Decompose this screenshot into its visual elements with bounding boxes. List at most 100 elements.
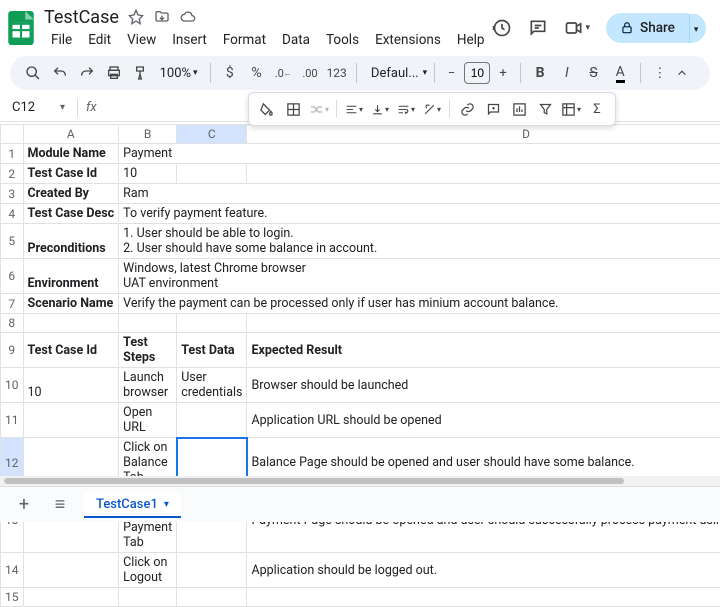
font-size-minus[interactable]: − (443, 66, 460, 81)
sheet-tab[interactable]: TestCase1 ▾ (84, 491, 181, 518)
functions-icon[interactable]: Σ (585, 97, 609, 121)
cell[interactable]: To verify payment feature. (119, 204, 720, 224)
cell[interactable] (23, 553, 119, 588)
cell[interactable] (247, 588, 720, 607)
cell[interactable] (177, 164, 247, 184)
cell[interactable]: Browser should be launched (247, 368, 720, 403)
fill-color-icon[interactable] (255, 97, 279, 121)
insert-comment-icon[interactable] (481, 97, 505, 121)
currency-icon[interactable]: $ (218, 60, 241, 86)
text-color-icon[interactable]: A (609, 60, 632, 86)
menu-help[interactable]: Help (450, 30, 492, 50)
row-header[interactable]: 2 (1, 164, 24, 184)
cell[interactable]: Created By (23, 184, 119, 204)
font-size-plus[interactable]: + (494, 66, 511, 81)
cell[interactable] (177, 588, 247, 607)
horizontal-scrollbar[interactable] (0, 476, 720, 486)
cell[interactable]: Expected Result (247, 333, 720, 368)
increase-decimal-icon[interactable]: .00 (299, 60, 322, 86)
row-header[interactable]: 15 (1, 588, 24, 607)
sheet-tab-dropdown-icon[interactable]: ▾ (164, 499, 169, 510)
menu-format[interactable]: Format (216, 30, 273, 50)
col-header-B[interactable]: B (119, 125, 177, 144)
comment-icon[interactable] (528, 18, 548, 38)
cell[interactable] (23, 588, 119, 607)
bold-icon[interactable]: B (529, 60, 552, 86)
row-header[interactable]: 8 (1, 314, 24, 333)
cell[interactable] (177, 403, 247, 438)
filter-icon[interactable] (533, 97, 557, 121)
history-icon[interactable] (492, 18, 512, 38)
cell[interactable]: Preconditions (23, 224, 119, 259)
add-sheet-icon[interactable]: + (12, 494, 36, 515)
cell[interactable] (23, 314, 119, 333)
paint-format-icon[interactable] (129, 60, 152, 86)
font-family-select[interactable]: Defaul...▾ (365, 66, 426, 81)
cell[interactable]: Scenario Name (23, 294, 119, 314)
menu-extensions[interactable]: Extensions (368, 30, 448, 50)
table-view-icon[interactable]: ▾ (559, 97, 583, 121)
doc-title[interactable]: TestCase (44, 7, 119, 28)
select-all-corner[interactable] (1, 125, 24, 144)
cell[interactable]: Test Case Id (23, 164, 119, 184)
row-header[interactable]: 1 (1, 144, 24, 164)
cell[interactable]: Verify the payment can be processed only… (119, 294, 720, 314)
cell[interactable]: Test Case Desc (23, 204, 119, 224)
all-sheets-icon[interactable]: ≡ (48, 494, 72, 515)
cell[interactable]: Launch browser (119, 368, 177, 403)
halign-icon[interactable]: ▾ (342, 97, 366, 121)
row-header[interactable]: 6 (1, 259, 24, 294)
strike-icon[interactable]: S (582, 60, 605, 86)
menu-file[interactable]: File (44, 30, 79, 50)
cell[interactable]: Test Steps (119, 333, 177, 368)
cell[interactable] (177, 314, 247, 333)
row-header[interactable]: 3 (1, 184, 24, 204)
valign-icon[interactable]: ▾ (368, 97, 392, 121)
star-icon[interactable] (127, 8, 145, 26)
cell[interactable] (177, 553, 247, 588)
move-icon[interactable] (153, 8, 171, 26)
row-header[interactable]: 9 (1, 333, 24, 368)
cell[interactable]: Ram (119, 184, 720, 204)
share-dropdown[interactable]: ▾ (689, 14, 707, 43)
row-header[interactable]: 4 (1, 204, 24, 224)
merge-icon[interactable]: ▾ (307, 97, 331, 121)
print-icon[interactable] (102, 60, 125, 86)
spreadsheet-grid[interactable]: A B C D E F G 1Module NamePayment 2Test … (0, 124, 720, 607)
more-formats-icon[interactable]: 123 (325, 60, 348, 86)
decrease-decimal-icon[interactable]: .0← (272, 60, 295, 86)
cell[interactable]: Windows, latest Chrome browser UAT envir… (119, 259, 720, 294)
row-header[interactable]: 11 (1, 403, 24, 438)
redo-icon[interactable] (75, 60, 98, 86)
collapse-toolbar-icon[interactable] (675, 66, 698, 80)
menu-edit[interactable]: Edit (81, 30, 118, 50)
share-button[interactable]: Share (606, 13, 689, 43)
percent-icon[interactable]: % (245, 60, 268, 86)
cell[interactable] (247, 164, 720, 184)
row-header[interactable]: 10 (1, 368, 24, 403)
cell[interactable]: Open URL (119, 403, 177, 438)
menu-data[interactable]: Data (275, 30, 317, 50)
insert-chart-icon[interactable] (507, 97, 531, 121)
rotate-icon[interactable]: ▾ (420, 97, 444, 121)
cell[interactable] (23, 403, 119, 438)
font-size-input[interactable] (465, 66, 489, 80)
sheets-logo[interactable] (8, 9, 34, 47)
cell[interactable]: Environment (23, 259, 119, 294)
cell[interactable]: Test Data (177, 333, 247, 368)
cloud-icon[interactable] (179, 8, 197, 26)
menu-insert[interactable]: Insert (165, 30, 214, 50)
undo-icon[interactable] (49, 60, 72, 86)
row-header[interactable]: 7 (1, 294, 24, 314)
name-box[interactable]: C12 (8, 100, 60, 115)
cell[interactable]: Module Name (23, 144, 119, 164)
menu-view[interactable]: View (120, 30, 163, 50)
search-icon[interactable] (22, 60, 45, 86)
zoom-select[interactable]: 100% ▾ (156, 64, 202, 83)
italic-icon[interactable]: I (555, 60, 578, 86)
cell[interactable]: User credentials (177, 368, 247, 403)
col-header-D[interactable]: D (247, 125, 720, 144)
cell[interactable]: Payment (119, 144, 720, 164)
cell[interactable]: Click on Logout (119, 553, 177, 588)
cell[interactable]: Application should be logged out. (247, 553, 720, 588)
